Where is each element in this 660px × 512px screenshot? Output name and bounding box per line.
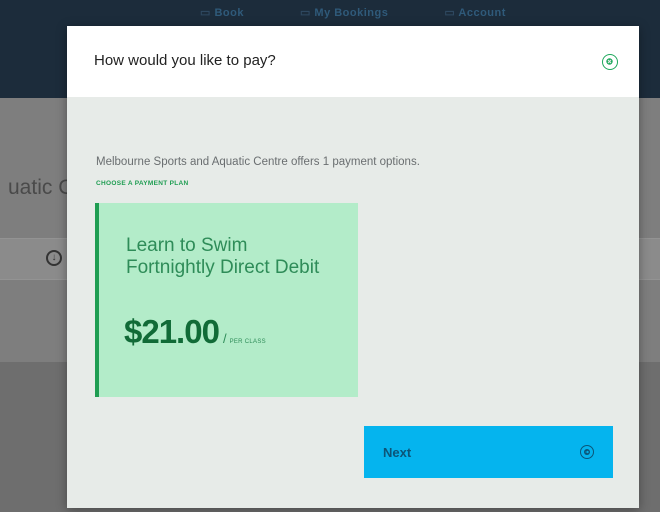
choose-plan-heading: CHOOSE A PAYMENT PLAN — [96, 180, 189, 187]
close-button[interactable] — [602, 54, 618, 70]
plan-price-row: $21.00 / PER CLASS — [124, 313, 266, 351]
next-button[interactable]: Next — [364, 426, 613, 478]
plan-price-separator: / — [222, 331, 227, 346]
arrow-right-circle-icon — [580, 445, 594, 459]
background-nav-book: Book — [200, 6, 244, 19]
payment-options-intro: Melbourne Sports and Aquatic Centre offe… — [96, 156, 420, 168]
modal-title: How would you like to pay? — [94, 52, 276, 69]
plan-price: $21.00 — [124, 313, 220, 350]
background-nav-account: Account — [444, 6, 506, 19]
background-nav: Book My Bookings Account — [200, 6, 506, 19]
modal-header: How would you like to pay? — [67, 26, 639, 97]
close-circle-icon — [606, 58, 613, 65]
plan-name: Learn to Swim Fortnightly Direct Debit — [126, 235, 320, 278]
background-nav-bookings: My Bookings — [300, 6, 388, 19]
plan-period: PER CLASS — [229, 339, 266, 345]
next-button-label: Next — [383, 445, 412, 460]
payment-plan-card[interactable]: Learn to Swim Fortnightly Direct Debit $… — [95, 203, 358, 397]
background-page-title: uatic C — [8, 176, 74, 199]
payment-modal: How would you like to pay? Melbourne Spo… — [67, 26, 639, 508]
background-down-icon: ↓ — [46, 250, 62, 266]
